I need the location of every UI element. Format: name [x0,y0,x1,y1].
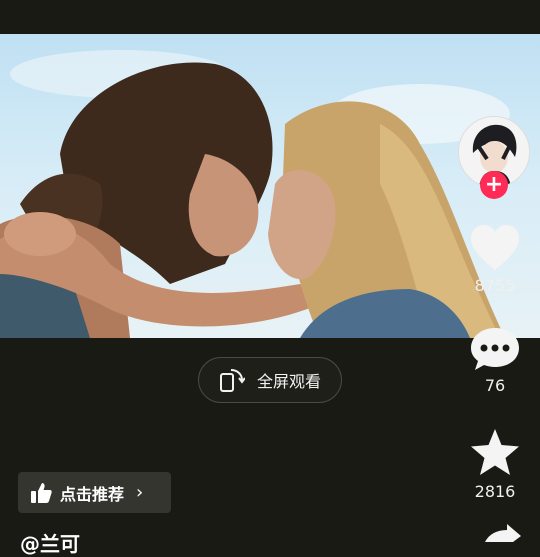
heart-icon [471,225,519,270]
video-still-image [0,50,510,338]
follow-button[interactable]: + [480,171,508,199]
chevron-right-icon: › [136,482,144,503]
favorite-count: 2816 [474,482,516,501]
comment-icon [471,328,519,370]
video-frame[interactable] [0,34,540,338]
fullscreen-label: 全屏观看 [256,372,321,391]
recommend-label: 点击推荐 [60,484,125,504]
author-caption[interactable]: @兰可 [20,528,80,557]
favorite-button[interactable]: 2816 [465,428,525,501]
like-count: 8755 [474,276,516,295]
star-icon [471,429,519,475]
recommend-button[interactable]: 点击推荐 › [18,472,171,513]
fullscreen-button[interactable]: 全屏观看 [198,357,342,403]
comment-button[interactable]: 76 [465,326,525,395]
share-button[interactable] [470,522,530,546]
like-button[interactable]: 8755 [465,224,525,295]
share-icon [485,524,521,542]
comment-count: 76 [484,376,506,395]
rotate-screen-icon [219,369,245,392]
thumbs-up-icon [31,482,52,503]
